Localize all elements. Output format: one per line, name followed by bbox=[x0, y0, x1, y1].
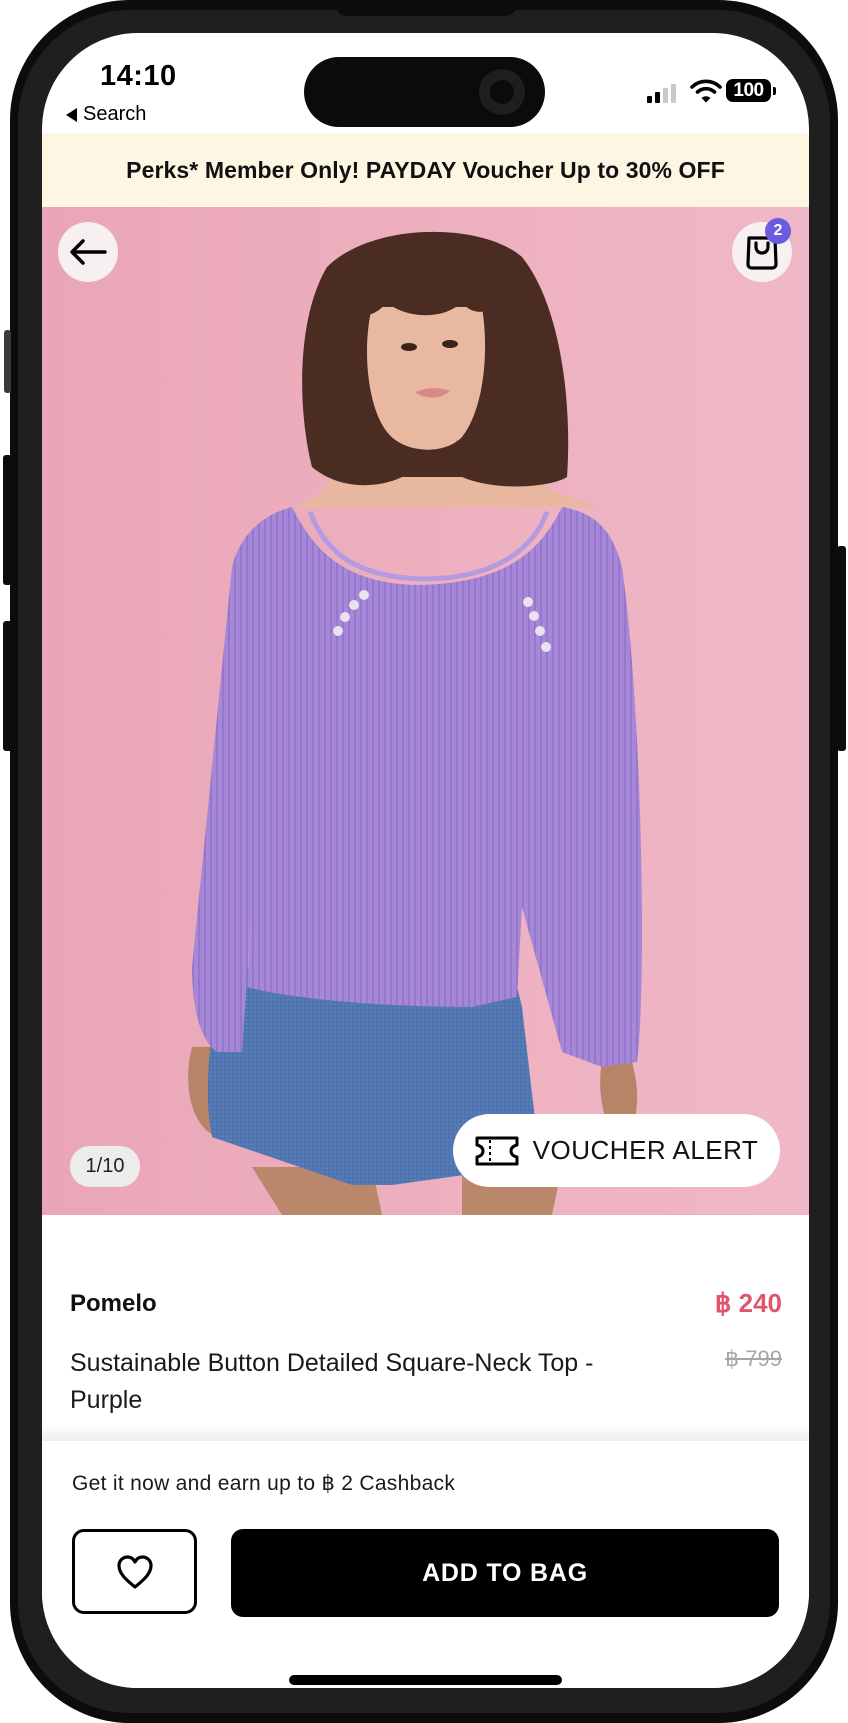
signal-icon bbox=[647, 83, 676, 103]
back-triangle-icon bbox=[66, 107, 77, 122]
product-image-gallery[interactable]: 2 1/10 VOUCHER ALERT bbox=[42, 207, 809, 1215]
cart-count-badge: 2 bbox=[765, 218, 791, 244]
camera-icon bbox=[479, 69, 525, 115]
section-divider bbox=[42, 1425, 809, 1441]
back-to-app-link[interactable]: Search bbox=[66, 103, 146, 126]
speaker-notch bbox=[335, 0, 517, 16]
wishlist-button[interactable] bbox=[72, 1529, 197, 1614]
image-counter: 1/10 bbox=[70, 1146, 140, 1187]
promo-banner-text: Perks* Member Only! PAYDAY Voucher Up to… bbox=[126, 156, 725, 183]
sale-price: ฿ 240 bbox=[714, 1288, 782, 1318]
promo-banner[interactable]: Perks* Member Only! PAYDAY Voucher Up to… bbox=[42, 133, 809, 207]
cashback-text: Get it now and earn up to ฿ 2 Cashback bbox=[72, 1472, 456, 1495]
original-price: ฿ 799 bbox=[725, 1346, 782, 1371]
power-button bbox=[837, 546, 846, 751]
back-button[interactable] bbox=[58, 222, 118, 282]
ticket-icon bbox=[475, 1136, 519, 1165]
product-brand[interactable]: Pomelo bbox=[70, 1290, 157, 1318]
volume-down-button bbox=[3, 621, 12, 751]
status-bar: 14:10 Search 100 bbox=[42, 33, 809, 133]
battery-indicator: 100 bbox=[726, 79, 771, 102]
wifi-icon bbox=[690, 79, 722, 103]
arrow-left-icon bbox=[70, 239, 107, 265]
action-button bbox=[4, 330, 11, 393]
product-name: Sustainable Button Detailed Square-Neck … bbox=[70, 1349, 594, 1414]
add-to-bag-button[interactable]: ADD TO BAG bbox=[231, 1529, 779, 1617]
battery-tip bbox=[773, 87, 776, 95]
back-app-label: Search bbox=[83, 103, 147, 125]
dynamic-island bbox=[304, 57, 545, 127]
home-indicator[interactable] bbox=[289, 1675, 562, 1685]
voucher-alert-label: VOUCHER ALERT bbox=[532, 1135, 759, 1165]
product-info: Pomelo ฿ 240 Sustainable Button Detailed… bbox=[42, 1215, 809, 1430]
status-time: 14:10 bbox=[100, 60, 177, 92]
product-photo bbox=[42, 207, 809, 1215]
phone-screen: 14:10 Search 100 Perks* Member Only! PAY… bbox=[42, 33, 809, 1688]
purchase-bar: Get it now and earn up to ฿ 2 Cashback A… bbox=[42, 1441, 809, 1688]
volume-up-button bbox=[3, 455, 12, 585]
heart-icon bbox=[116, 1554, 153, 1589]
voucher-alert-button[interactable]: VOUCHER ALERT bbox=[453, 1114, 780, 1187]
